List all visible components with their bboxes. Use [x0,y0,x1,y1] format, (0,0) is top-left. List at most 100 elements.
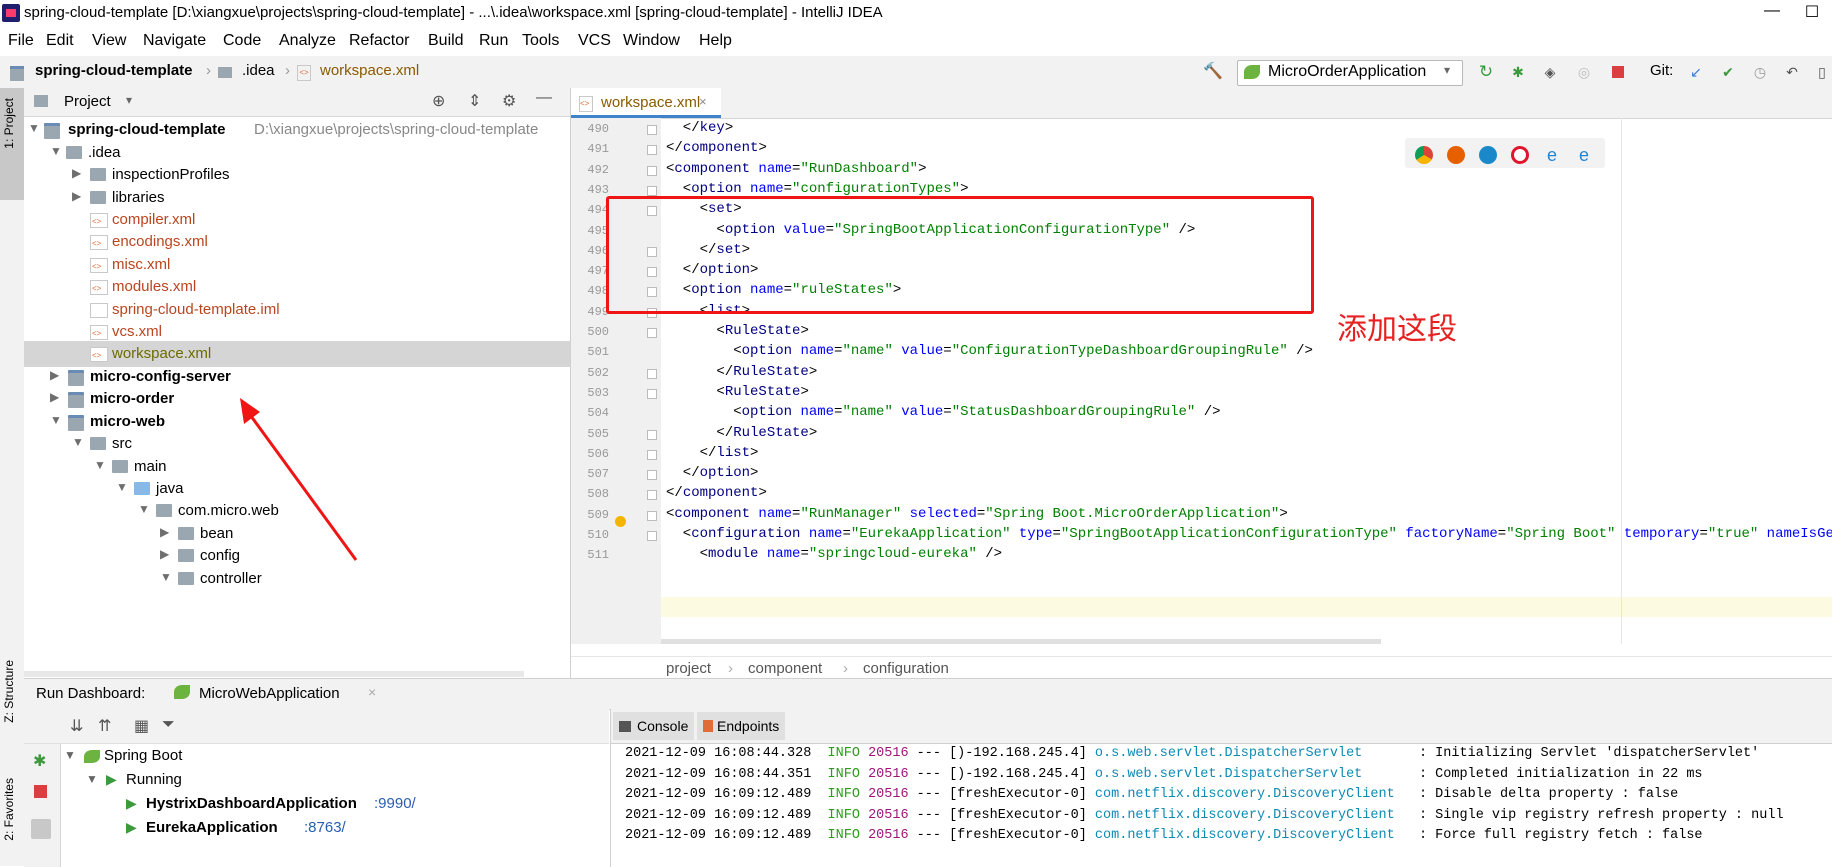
fold-marker-icon[interactable] [647,531,657,541]
chevron-down-icon[interactable]: ▼ [86,772,98,786]
run-tree-app[interactable]: ▶ EurekaApplication :8763/ [60,818,600,840]
chevron-down-icon[interactable]: ▾ [126,93,132,107]
menu-help[interactable]: Help [699,32,732,50]
run-app-port-link[interactable]: :9990/ [374,795,416,812]
collapse-all-icon[interactable]: ⇈ [98,716,111,736]
horizontal-scrollbar[interactable] [24,671,524,677]
chevron-right-icon[interactable]: ▶ [50,390,59,404]
run-tree-app[interactable]: ▶ HystrixDashboardApplication :9990/ [60,794,600,816]
group-by-icon[interactable]: ▦ [134,716,149,736]
run-tree-root[interactable]: ▼ Spring Boot [60,746,600,768]
stop-icon[interactable] [1610,64,1626,80]
chrome-icon[interactable] [1415,146,1433,164]
tree-view-icon[interactable] [31,819,51,839]
chevron-right-icon[interactable]: ▶ [50,368,59,382]
menu-analyze[interactable]: Analyze [279,32,336,50]
opera-icon[interactable] [1511,146,1529,164]
stop-icon[interactable] [34,785,47,798]
fold-marker-icon[interactable] [647,165,657,176]
menu-navigate[interactable]: Navigate [143,32,206,50]
menu-vcs[interactable]: VCS [578,32,611,50]
run-configuration-select[interactable]: MicroOrderApplication ▾ [1237,60,1463,86]
menu-file[interactable]: File [8,32,34,50]
hide-panel-icon[interactable]: — [536,89,552,107]
menu-run[interactable]: Run [479,32,508,50]
editor-crumb-component[interactable]: component [748,660,822,677]
fold-marker-icon[interactable] [647,125,657,135]
chevron-down-icon[interactable]: ▼ [50,413,62,427]
chevron-right-icon[interactable]: ▶ [72,189,81,203]
debug-icon[interactable]: ✱ [1510,64,1526,80]
chevron-right-icon[interactable]: ▶ [160,547,169,561]
filter-icon[interactable]: ⏷ [162,716,175,734]
line-number: 491 [587,142,609,157]
internet-explorer-icon[interactable]: e [1543,146,1561,164]
expand-all-icon[interactable]: ⇊ [70,716,83,736]
chevron-down-icon[interactable]: ▼ [160,570,172,584]
chevron-down-icon[interactable]: ▼ [64,748,76,762]
breadcrumb-workspace[interactable]: workspace.xml [320,62,419,79]
menu-code[interactable]: Code [223,32,261,50]
run-tab-label[interactable]: MicroWebApplication [199,685,340,702]
chevron-right-icon[interactable]: ▶ [160,525,169,539]
menu-window[interactable]: Window [623,32,680,50]
debug-icon[interactable]: ✱ [33,751,46,771]
intention-bulb-icon[interactable] [615,516,626,527]
minimize-button[interactable]: — [1752,2,1792,20]
menu-view[interactable]: View [92,32,126,50]
fold-marker-icon[interactable] [647,429,657,440]
collapse-all-icon[interactable]: ⇕ [468,91,481,111]
editor-horizontal-scrollbar[interactable] [661,639,1381,644]
chevron-down-icon[interactable]: ▼ [116,480,128,494]
run-tree-group[interactable]: ▼ ▶ Running [60,770,600,792]
close-icon[interactable]: × [699,94,707,109]
close-icon[interactable]: × [368,684,376,700]
structure-tool-tab[interactable]: Z: Structure [2,660,16,723]
tab-endpoints[interactable]: Endpoints [697,712,786,740]
tab-console[interactable]: Console [613,712,695,740]
locate-target-icon[interactable]: ⊕ [432,91,445,111]
profile-icon[interactable]: ◎ [1576,64,1592,80]
maximize-button[interactable]: ☐ [1792,2,1832,22]
tool-windows-icon[interactable]: ▯ [1814,64,1830,80]
fold-marker-icon[interactable] [647,470,657,481]
editor-tab-workspace[interactable]: <> workspace.xml × [571,88,721,118]
fold-marker-icon[interactable] [647,388,657,399]
fold-marker-icon[interactable] [647,328,657,338]
chevron-right-icon[interactable]: ▶ [72,166,81,180]
git-commit-icon[interactable]: ✔ [1720,64,1736,80]
safari-icon[interactable] [1479,146,1497,164]
rerun-icon[interactable]: ↻ [1478,63,1494,80]
project-tool-tab[interactable]: 1: Project [2,98,16,149]
chevron-down-icon[interactable]: ▼ [72,435,84,449]
build-hammer-icon[interactable]: 🔨 [1203,64,1223,80]
firefox-icon[interactable] [1447,146,1465,164]
breadcrumb-idea[interactable]: .idea [242,62,275,79]
menu-refactor[interactable]: Refactor [349,32,409,50]
run-with-coverage-icon[interactable]: ◈ [1542,64,1558,80]
git-history-icon[interactable]: ◷ [1752,64,1768,80]
chevron-down-icon[interactable]: ▼ [50,144,62,158]
editor-crumb-configuration[interactable]: configuration [863,660,949,677]
git-revert-icon[interactable]: ↶ [1784,64,1800,80]
chevron-down-icon[interactable]: ▼ [28,121,40,135]
menu-tools[interactable]: Tools [522,32,559,50]
menu-edit[interactable]: Edit [46,32,74,50]
run-app-port-link[interactable]: :8763/ [304,819,346,836]
fold-marker-icon[interactable] [647,185,657,196]
chevron-down-icon[interactable]: ▼ [94,458,106,472]
fold-marker-icon[interactable] [647,145,657,156]
chevron-down-icon[interactable]: ▼ [138,502,150,516]
edge-icon[interactable]: e [1575,146,1593,164]
gear-icon[interactable]: ⚙ [502,91,516,111]
project-view-select[interactable]: Project [64,93,111,110]
editor-crumb-project[interactable]: project [666,660,711,677]
fold-marker-icon[interactable] [647,449,657,460]
favorites-tool-tab[interactable]: 2: Favorites [2,778,16,841]
fold-marker-icon[interactable] [647,510,657,521]
menu-build[interactable]: Build [428,32,464,50]
fold-marker-icon[interactable] [647,368,657,379]
git-update-icon[interactable]: ↙ [1688,64,1704,80]
breadcrumb-project[interactable]: spring-cloud-template [35,62,193,79]
fold-marker-icon[interactable] [647,490,657,501]
